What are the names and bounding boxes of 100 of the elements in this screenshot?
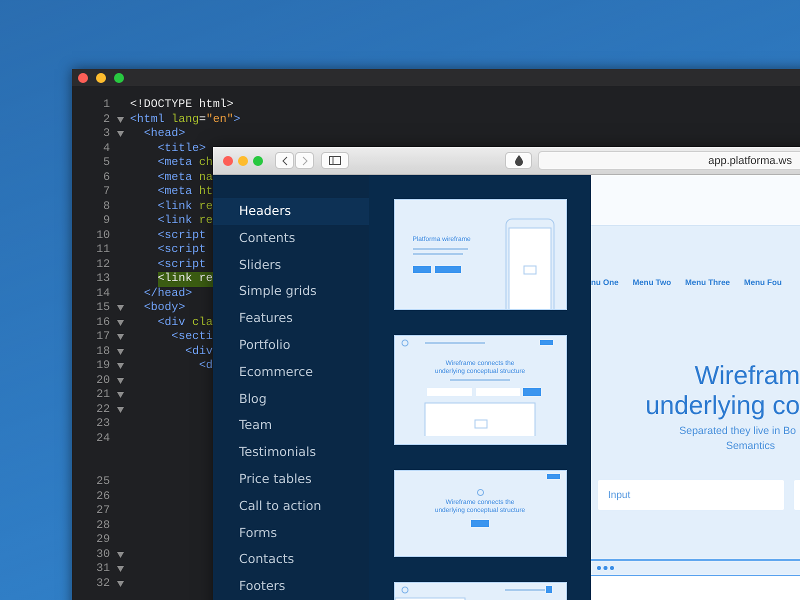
code-line: <!DOCTYPE html>	[130, 98, 234, 112]
line-number: 19	[95, 359, 110, 374]
line-number: 21	[95, 388, 110, 402]
fold-icon[interactable]	[116, 320, 124, 326]
menu-link[interactable]: Menu Three	[685, 278, 730, 292]
code-line: <div cla	[158, 316, 213, 330]
sidebar-item[interactable]: Testimonials	[213, 439, 369, 466]
hero-heading: Wirefram	[694, 360, 800, 390]
line-number: 22	[95, 402, 110, 417]
extension-button[interactable]	[505, 152, 532, 169]
menu-link[interactable]: Menu Two	[632, 278, 672, 292]
back-button[interactable]	[275, 152, 294, 169]
line-number: 26	[95, 490, 110, 504]
code-line: <script	[158, 228, 206, 243]
line-number: 18	[95, 344, 110, 359]
line-number: 14	[95, 286, 110, 301]
fold-icon[interactable]	[116, 348, 124, 354]
menu-link[interactable]: nu One	[591, 278, 619, 292]
back-icon	[282, 156, 288, 166]
sidebar-item[interactable]: Sliders	[213, 252, 369, 278]
code-line: <meta ht	[158, 185, 213, 200]
line-number: 6	[102, 170, 110, 185]
fold-icon[interactable]	[116, 131, 124, 137]
sidebar-item[interactable]: Call to action	[213, 492, 369, 520]
line-number: 8	[102, 200, 110, 214]
button-drawing	[546, 474, 560, 479]
sidebar-item[interactable]: Blog	[213, 386, 369, 412]
line-number: 17	[95, 330, 110, 344]
line-number: 24	[95, 432, 110, 446]
code-line: <link re	[158, 214, 213, 228]
hero-subtitle: Separated they live in Bo	[679, 424, 797, 439]
sidebar-item[interactable]: Forms	[213, 520, 369, 546]
menu-link[interactable]: Menu Fou	[744, 278, 782, 292]
fold-icon[interactable]	[116, 116, 124, 122]
code-line: </head>	[144, 286, 192, 301]
line-number: 9	[102, 214, 110, 228]
sidebar-item[interactable]: Contacts	[213, 546, 369, 574]
sidebar-item[interactable]: Headers	[213, 198, 369, 225]
minimize-button[interactable]	[96, 72, 106, 82]
code-line: <title>	[158, 142, 206, 156]
sidebar-icon	[329, 156, 341, 165]
drop-icon	[514, 155, 522, 166]
line-number: 25	[95, 475, 110, 490]
fold-icon[interactable]	[116, 305, 124, 311]
line-number: 4	[102, 142, 110, 156]
code-line: <link re	[158, 200, 213, 214]
sidebar-item[interactable]: Ecommerce	[213, 358, 369, 386]
fold-icon[interactable]	[116, 406, 124, 412]
code-line: <script	[158, 258, 206, 272]
code-line: <html lang="en">	[130, 112, 240, 127]
line-number: 31	[95, 562, 110, 576]
code-line: <body>	[144, 301, 186, 316]
line-number: 1	[102, 98, 110, 112]
input-field[interactable]: Input	[598, 480, 784, 510]
line-number: 13	[95, 272, 110, 286]
code-line: <meta ch	[158, 156, 213, 170]
code-line: <div	[185, 344, 213, 359]
sidebar-item[interactable]: Features	[213, 305, 369, 332]
line-number: 27	[95, 504, 110, 518]
address-field[interactable]: app.platforma.ws	[538, 151, 800, 170]
line-number: 28	[95, 518, 110, 533]
line-number: 15	[95, 301, 110, 316]
line-number: 11	[95, 243, 110, 258]
sidebar-item[interactable]: Contents	[213, 224, 369, 252]
fold-icon[interactable]	[116, 566, 124, 572]
sidebar-item[interactable]: Team	[213, 412, 369, 440]
fold-icon[interactable]	[116, 363, 124, 369]
hero-heading: underlying co	[645, 390, 800, 420]
line-number: 30	[95, 548, 110, 562]
sidebar-button[interactable]	[321, 152, 349, 169]
line-number: 3	[102, 127, 110, 142]
forward-icon	[302, 156, 308, 166]
sidebar-item[interactable]: Footers	[213, 573, 369, 600]
line-number: 12	[95, 258, 110, 272]
zoom-button[interactable]	[114, 72, 124, 82]
fold-icon[interactable]	[116, 334, 124, 340]
fold-icon[interactable]	[116, 580, 124, 586]
logo-icon	[476, 489, 484, 496]
sidebar-item[interactable]: Price tables	[213, 466, 369, 493]
hero-subtitle: Semantics	[726, 439, 776, 454]
line-number: 16	[95, 316, 110, 330]
code-line: <meta na	[158, 170, 213, 185]
line-number: 20	[95, 374, 110, 388]
line-number: 2	[102, 112, 110, 127]
dots-icon	[597, 566, 614, 570]
line-number: 29	[95, 533, 110, 548]
code-line: <secti	[171, 330, 213, 344]
fold-icon[interactable]	[116, 392, 124, 398]
sidebar-item[interactable]: Simple grids	[213, 278, 369, 306]
code-line: <script	[158, 243, 206, 258]
close-button[interactable]	[78, 72, 88, 82]
line-number: 7	[102, 185, 110, 200]
button-drawing	[471, 520, 489, 527]
code-line: <head>	[144, 127, 186, 142]
code-line: <d	[199, 359, 213, 374]
fold-icon[interactable]	[116, 552, 124, 558]
fold-icon[interactable]	[116, 378, 124, 384]
line-number: 10	[95, 228, 110, 243]
sidebar-item[interactable]: Portfolio	[213, 332, 369, 359]
line-number: 23	[95, 417, 110, 432]
